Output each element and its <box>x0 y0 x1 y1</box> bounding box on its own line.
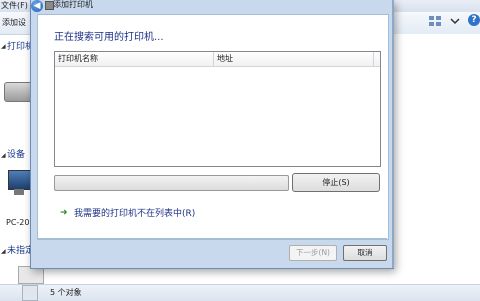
search-progress-bar <box>54 175 289 191</box>
view-options-icon[interactable] <box>428 14 442 28</box>
dialog-content: 正在搜索可用的打印机... 打印机名称 地址 停止(S) ➜ 我需要的打印机不在… <box>37 14 389 240</box>
dialog-titlebar: ◀ 添加打印机 <box>31 0 393 12</box>
collapse-arrow-icon[interactable]: ◢ <box>1 152 6 159</box>
view-controls: ? <box>428 14 480 30</box>
status-device-icon <box>22 285 38 301</box>
column-divider[interactable] <box>373 52 374 66</box>
column-printer-name[interactable]: 打印机名称 <box>55 52 213 66</box>
footer-divider <box>37 238 387 239</box>
computer-device-icon[interactable] <box>8 170 32 190</box>
list-header: 打印机名称 地址 <box>55 52 380 67</box>
dialog-title: 添加打印机 <box>53 0 93 9</box>
printer-not-listed-text[interactable]: 我需要的打印机不在列表中(R) <box>74 206 195 219</box>
section-devices[interactable]: 设备 <box>7 147 25 160</box>
searching-heading: 正在搜索可用的打印机... <box>54 32 164 43</box>
collapse-arrow-icon[interactable]: ◢ <box>1 43 6 50</box>
column-address[interactable]: 地址 <box>214 52 377 66</box>
status-item-count: 5 个对象 <box>50 288 82 297</box>
computer-stand <box>14 189 24 195</box>
add-printer-dialog: ◀ 添加打印机 正在搜索可用的打印机... 打印机名称 地址 停止(S) ➜ 我… <box>30 0 394 269</box>
back-button[interactable]: ◀ <box>31 0 43 12</box>
menu-file[interactable]: 文件(F) <box>0 0 28 12</box>
next-button[interactable]: 下一步(N) <box>289 245 337 261</box>
help-icon[interactable]: ? <box>468 14 480 26</box>
device-label: PC-20 <box>6 218 30 227</box>
collapse-arrow-icon[interactable]: ◢ <box>1 248 6 255</box>
stop-button[interactable]: 停止(S) <box>292 173 380 192</box>
add-device-button[interactable]: 添加设 <box>2 17 26 28</box>
dialog-edge <box>392 0 394 268</box>
dropdown-arrow-icon[interactable] <box>448 14 462 28</box>
cancel-button[interactable]: 取消 <box>343 245 387 261</box>
content-area <box>392 34 480 284</box>
printer-list[interactable]: 打印机名称 地址 <box>54 51 381 167</box>
arrow-right-icon: ➜ <box>60 208 68 218</box>
